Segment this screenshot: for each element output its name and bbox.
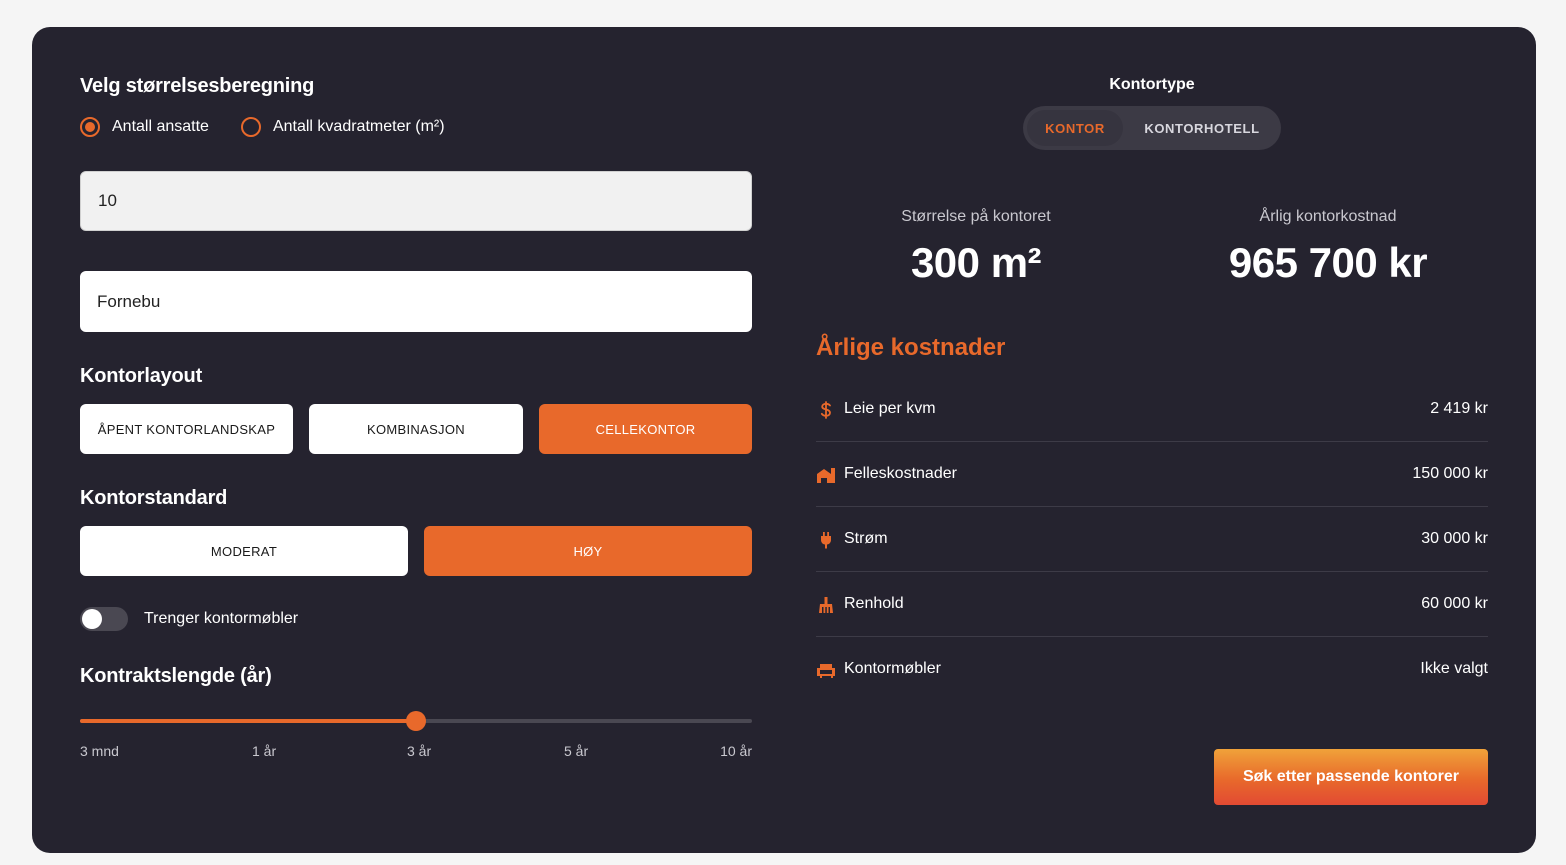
employee-count-value: 10 xyxy=(98,191,117,210)
office-type-office[interactable]: KONTOR xyxy=(1027,110,1123,146)
layout-title: Kontorlayout xyxy=(80,365,203,387)
furniture-toggle-label: Trenger kontormøbler xyxy=(144,610,299,627)
contract-tick-3-years: 3 år xyxy=(407,743,432,759)
office-size-label: Størrelse på kontoret xyxy=(901,208,1051,225)
size-calc-title: Velg størrelsesberegning xyxy=(80,75,315,97)
standard-title: Kontorstandard xyxy=(80,487,228,509)
radio-square-meters[interactable]: Antall kvadratmeter (m²) xyxy=(240,117,445,137)
location-value: Fornebu xyxy=(97,291,161,311)
search-offices-button[interactable]: Søk etter passende kontorer xyxy=(1214,749,1488,805)
contract-tick-1-year: 1 år xyxy=(252,743,277,759)
buildings-icon xyxy=(816,465,836,485)
contract-tick-10-years: 10 år xyxy=(720,743,752,759)
cost-row-rent: Leie per kvm 2 419 kr xyxy=(816,377,1488,442)
cost-value: 60 000 kr xyxy=(1421,595,1488,612)
dollar-icon xyxy=(816,400,836,420)
radio-employees-label: Antall ansatte xyxy=(112,118,209,135)
broom-icon xyxy=(816,595,836,615)
cost-label: Renhold xyxy=(844,595,904,612)
annual-cost-value: 965 700 kr xyxy=(1228,239,1428,286)
cost-value: 150 000 kr xyxy=(1412,465,1488,482)
radio-circle-unchecked[interactable] xyxy=(240,117,261,137)
cost-label: Strøm xyxy=(844,530,888,547)
contract-tick-3-months: 3 mnd xyxy=(80,743,119,759)
cost-row-electricity: Strøm 30 000 kr xyxy=(816,507,1488,572)
contract-title: Kontraktslengde (år) xyxy=(80,665,272,687)
calculator-panel: Velg størrelsesberegning Antall ansatte … xyxy=(32,27,1536,853)
standard-high-button[interactable]: HØY xyxy=(424,526,752,576)
layout-open-button[interactable]: ÅPENT KONTORLANDSKAP xyxy=(80,404,293,454)
cost-value: 2 419 kr xyxy=(1430,400,1488,417)
office-type-office-hotel[interactable]: KONTORHOTELL xyxy=(1127,110,1277,146)
furniture-toggle[interactable] xyxy=(80,607,128,631)
contract-tick-5-years: 5 år xyxy=(564,743,589,759)
contract-slider-fill xyxy=(80,719,416,723)
cost-label: Felleskostnader xyxy=(844,465,957,482)
contract-slider-handle[interactable] xyxy=(406,711,426,731)
radio-square-meters-label: Antall kvadratmeter (m²) xyxy=(272,118,445,135)
annual-cost-label: Årlig kontorkostnad xyxy=(1259,208,1397,225)
cost-row-cleaning: Renhold 60 000 kr xyxy=(816,572,1488,637)
cost-row-common-costs: Felleskostnader 150 000 kr xyxy=(816,442,1488,507)
contract-slider[interactable] xyxy=(80,711,752,731)
plug-icon xyxy=(816,530,836,550)
radio-circle-checked[interactable] xyxy=(80,117,100,137)
layout-cell-office-button[interactable]: CELLEKONTOR xyxy=(539,404,752,454)
toggle-knob xyxy=(82,609,102,629)
standard-moderate-button[interactable]: MODERAT xyxy=(80,526,408,576)
layout-combination-button[interactable]: KOMBINASJON xyxy=(309,404,523,454)
cost-value: 30 000 kr xyxy=(1421,530,1488,547)
cost-label: Leie per kvm xyxy=(844,400,936,417)
cost-row-furniture: Kontormøbler Ikke valgt xyxy=(816,637,1488,702)
armchair-icon xyxy=(816,660,836,680)
employee-count-input[interactable]: 10 xyxy=(80,171,752,231)
cost-label: Kontormøbler xyxy=(844,660,941,677)
annual-costs-title: Årlige kostnader xyxy=(816,334,1006,361)
office-type-switch: KONTOR KONTORHOTELL xyxy=(1023,106,1281,150)
location-input[interactable]: Fornebu xyxy=(80,271,752,332)
size-calc-radio-group: Antall ansatte Antall kvadratmeter (m²) xyxy=(80,117,477,137)
office-type-title: Kontortype xyxy=(1109,76,1195,93)
office-size-value: 300 m² xyxy=(910,239,1042,286)
cost-value: Ikke valgt xyxy=(1420,660,1488,677)
radio-employees[interactable]: Antall ansatte xyxy=(80,117,209,137)
